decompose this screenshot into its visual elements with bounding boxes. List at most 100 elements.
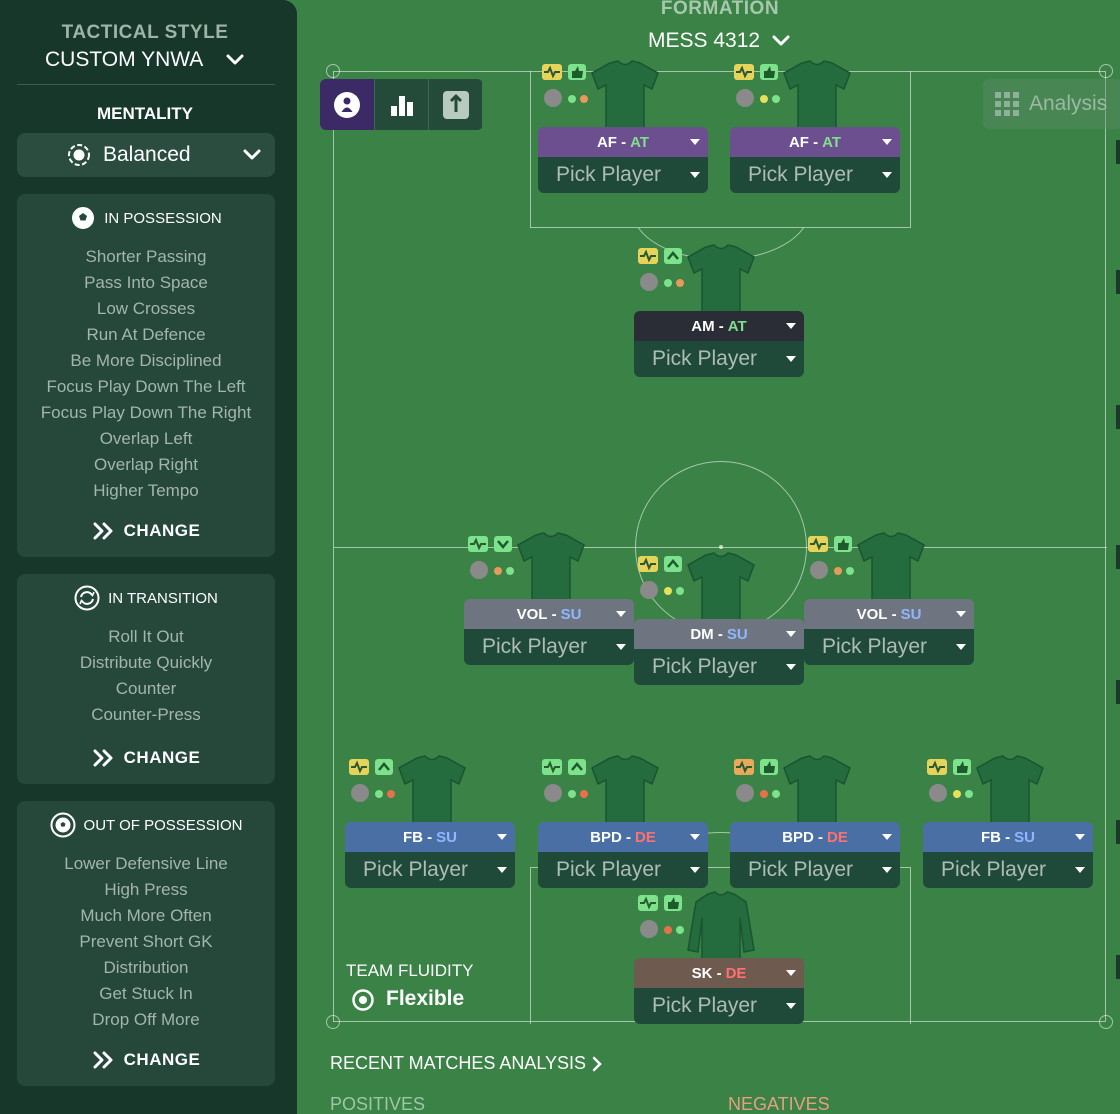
condition-heart-icon bbox=[638, 556, 658, 572]
balanced-mentality-icon bbox=[68, 144, 90, 166]
role-label: SK bbox=[691, 964, 713, 982]
role-selector[interactable]: BPD - DE bbox=[538, 822, 708, 852]
status-dot bbox=[760, 790, 768, 798]
instructions-view-button[interactable] bbox=[428, 79, 482, 130]
status-dot bbox=[676, 279, 684, 287]
instruction-item: Overlap Right bbox=[94, 455, 198, 474]
team-fluidity-value: Flexible bbox=[386, 987, 465, 1010]
pick-player-label: Pick Player bbox=[748, 858, 854, 881]
role-selector[interactable]: DM - SU bbox=[634, 619, 804, 649]
fitness-dot bbox=[351, 784, 369, 802]
pick-player-dropdown[interactable]: Pick Player bbox=[634, 341, 804, 377]
condition-heart-icon bbox=[468, 536, 488, 552]
pick-player-dropdown[interactable]: Pick Player bbox=[804, 629, 974, 665]
mentality-dropdown[interactable]: Balanced bbox=[17, 133, 275, 177]
instruction-item: Run At Defence bbox=[86, 325, 206, 344]
thumbs-up-icon bbox=[953, 759, 971, 775]
pick-player-dropdown[interactable]: Pick Player bbox=[538, 157, 708, 193]
caret-down-icon bbox=[956, 611, 966, 617]
pick-player-dropdown[interactable]: Pick Player bbox=[345, 852, 515, 888]
pick-player-dropdown[interactable]: Pick Player bbox=[538, 852, 708, 888]
in-transition-change-button[interactable]: CHANGE bbox=[17, 744, 275, 772]
caret-down-icon bbox=[497, 867, 507, 873]
pick-player-label: Pick Player bbox=[748, 163, 854, 186]
instruction-item: Counter-Press bbox=[91, 705, 201, 724]
thumbs-up-icon bbox=[834, 536, 852, 552]
panel-title: IN POSSESSION bbox=[104, 209, 222, 227]
center-spot bbox=[719, 545, 723, 549]
role-selector[interactable]: FB - SU bbox=[345, 822, 515, 852]
change-label: CHANGE bbox=[123, 748, 201, 767]
in-transition-header: IN TRANSITION bbox=[17, 585, 275, 611]
in-possession-change-button[interactable]: CHANGE bbox=[17, 517, 275, 545]
tactical-style-value[interactable]: CUSTOM YNWA bbox=[45, 48, 203, 72]
fitness-dot bbox=[544, 89, 562, 107]
status-dot bbox=[387, 790, 395, 798]
chevron-down-icon bbox=[243, 149, 261, 160]
role-selector[interactable]: VOL - SU bbox=[464, 599, 634, 629]
mentality-label: MENTALITY bbox=[96, 104, 193, 123]
shirt-icon bbox=[591, 60, 659, 132]
shirt-icon bbox=[857, 532, 925, 604]
instruction-item: Higher Tempo bbox=[93, 481, 199, 500]
chevron-up-icon bbox=[664, 248, 682, 264]
caret-down-icon bbox=[1075, 867, 1085, 873]
duty-label: SU bbox=[1014, 828, 1035, 846]
pick-player-dropdown[interactable]: Pick Player bbox=[634, 649, 804, 685]
positives-heading: POSITIVES bbox=[330, 1094, 426, 1114]
pick-player-label: Pick Player bbox=[652, 994, 758, 1017]
instruction-item: Much More Often bbox=[80, 906, 212, 925]
player-view-button[interactable] bbox=[320, 79, 374, 130]
pick-player-dropdown[interactable]: Pick Player bbox=[464, 629, 634, 665]
pick-player-dropdown[interactable]: Pick Player bbox=[923, 852, 1093, 888]
out-of-possession-change-button[interactable]: CHANGE bbox=[17, 1046, 275, 1074]
pick-player-dropdown[interactable]: Pick Player bbox=[730, 852, 900, 888]
instruction-item: Focus Play Down The Left bbox=[46, 377, 246, 396]
duty-label: SU bbox=[560, 605, 582, 623]
instruction-item: Drop Off More bbox=[92, 1010, 200, 1029]
tactical-style-label: TACTICAL STYLE bbox=[61, 22, 229, 43]
role-label: FB bbox=[980, 828, 1001, 846]
chevron-down-icon[interactable] bbox=[772, 35, 790, 47]
role-selector[interactable]: AM - AT bbox=[634, 311, 804, 341]
condition-heart-icon bbox=[734, 64, 754, 80]
caret-down-icon bbox=[786, 970, 796, 976]
condition-heart-icon bbox=[638, 895, 658, 911]
role-selector[interactable]: AF - AT bbox=[730, 127, 900, 157]
caret-down-icon bbox=[882, 834, 892, 840]
panel-title: IN TRANSITION bbox=[108, 589, 218, 607]
out-of-possession-header: OUT OF POSSESSION bbox=[17, 812, 275, 838]
player-slot: VOL - SU Pick Player bbox=[804, 531, 974, 701]
pick-player-dropdown[interactable]: Pick Player bbox=[634, 988, 804, 1024]
change-label: CHANGE bbox=[123, 521, 201, 540]
goalkeeper-shirt-icon bbox=[687, 891, 755, 963]
player-slot: FB - SU Pick Player bbox=[923, 754, 1093, 924]
role-selector[interactable]: SK - DE bbox=[634, 958, 804, 988]
negatives-heading: NEGATIVES bbox=[728, 1094, 830, 1114]
caret-down-icon bbox=[786, 1003, 796, 1009]
role-selector[interactable]: FB - SU bbox=[923, 822, 1093, 852]
role-selector[interactable]: BPD - DE bbox=[730, 822, 900, 852]
pick-player-label: Pick Player bbox=[652, 347, 758, 370]
chevron-up-icon bbox=[664, 556, 682, 572]
recent-matches-analysis-link[interactable]: RECENT MATCHES ANALYSIS bbox=[330, 1053, 602, 1074]
formation-dropdown[interactable]: MESS 4312 bbox=[648, 29, 760, 53]
pick-player-dropdown[interactable]: Pick Player bbox=[730, 157, 900, 193]
chevron-down-icon[interactable] bbox=[226, 54, 244, 66]
pick-player-label: Pick Player bbox=[556, 858, 662, 881]
role-selector[interactable]: VOL - SU bbox=[804, 599, 974, 629]
shirt-icon bbox=[687, 552, 755, 624]
double-chevron-right-icon bbox=[93, 522, 113, 540]
status-dot bbox=[664, 279, 672, 287]
condition-heart-icon bbox=[542, 64, 562, 80]
status-dot bbox=[834, 567, 842, 575]
status-dot bbox=[676, 587, 684, 595]
condition-heart-icon bbox=[542, 759, 562, 775]
condition-heart-icon bbox=[638, 248, 658, 264]
status-dot bbox=[772, 790, 780, 798]
stats-view-button[interactable] bbox=[374, 79, 428, 130]
analysis-button[interactable]: Analysis bbox=[983, 79, 1120, 129]
role-selector[interactable]: AF - AT bbox=[538, 127, 708, 157]
transition-icon bbox=[74, 585, 100, 611]
duty-label: AT bbox=[727, 317, 747, 335]
